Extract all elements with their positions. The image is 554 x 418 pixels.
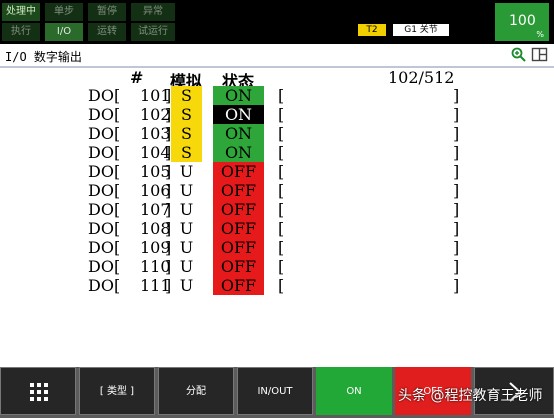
comment-close: ]	[453, 257, 460, 276]
status-prod: 运转	[88, 23, 126, 41]
status-hold: 暂停	[88, 3, 126, 21]
sim-flag[interactable]: S	[171, 143, 202, 162]
pendant-screen: 处理中 单步 暂停 异常 执行 I/O 运转 试运行 T2 G1 关节 100 …	[0, 0, 554, 418]
sim-flag[interactable]: U	[171, 257, 202, 276]
jog-group-badge: G1 关节	[393, 24, 449, 36]
sim-flag[interactable]: U	[171, 219, 202, 238]
status-bar: 处理中 单步 暂停 异常 执行 I/O 运转 试运行 T2 G1 关节 100 …	[0, 0, 554, 44]
zoom-icon[interactable]	[510, 46, 527, 63]
comment-close: ]	[453, 219, 460, 238]
status-value[interactable]: ON	[213, 143, 264, 162]
table-row[interactable]: DO[ 109 ] U OFF [ ]	[0, 238, 554, 257]
comment-open: [	[278, 219, 285, 238]
status-fault: 异常	[131, 3, 175, 21]
table-row[interactable]: DO[ 106 ] U OFF [ ]	[0, 181, 554, 200]
io-label: DO[	[88, 143, 121, 162]
sim-flag[interactable]: U	[171, 200, 202, 219]
comment-close: ]	[453, 143, 460, 162]
f4-on-button[interactable]: ON	[316, 367, 392, 415]
mode-badge: T2	[358, 24, 386, 36]
override-button[interactable]: 100 %	[495, 3, 549, 41]
status-value[interactable]: OFF	[213, 162, 264, 181]
screen-title-bar: I/O 数字输出	[0, 44, 554, 68]
table-row[interactable]: DO[ 107 ] U OFF [ ]	[0, 200, 554, 219]
table-row[interactable]: DO[ 103 ] S ON [ ]	[0, 124, 554, 143]
status-value[interactable]: OFF	[213, 181, 264, 200]
table-row[interactable]: DO[ 101 ] S ON [ ]	[0, 86, 554, 105]
table-row[interactable]: DO[ 105 ] U OFF [ ]	[0, 162, 554, 181]
status-processing: 处理中	[2, 3, 40, 21]
comment-open: [	[278, 162, 285, 181]
table-row[interactable]: DO[ 111 ] U OFF [ ]	[0, 276, 554, 295]
status-run: 执行	[2, 23, 40, 41]
table-row[interactable]: DO[ 102 ] S ON [ ]	[0, 105, 554, 124]
page-title: I/O 数字输出	[5, 50, 82, 64]
table-row[interactable]: DO[ 108 ] U OFF [ ]	[0, 219, 554, 238]
comment-open: [	[278, 124, 285, 143]
io-label: DO[	[88, 276, 121, 295]
comment-close: ]	[453, 86, 460, 105]
status-io: I/O	[45, 23, 83, 41]
comment-open: [	[278, 105, 285, 124]
comment-open: [	[278, 181, 285, 200]
sim-flag[interactable]: S	[171, 124, 202, 143]
menu-button[interactable]	[0, 367, 76, 415]
comment-close: ]	[453, 200, 460, 219]
window-layout-icon[interactable]	[531, 46, 548, 63]
sim-flag[interactable]: U	[171, 276, 202, 295]
io-label: DO[	[88, 162, 121, 181]
f2-assign-button[interactable]: 分配	[158, 367, 234, 415]
sim-flag[interactable]: U	[171, 238, 202, 257]
comment-open: [	[278, 200, 285, 219]
override-unit: %	[536, 30, 544, 39]
override-value: 100	[509, 13, 536, 29]
io-label: DO[	[88, 105, 121, 124]
table-row[interactable]: DO[ 104 ] S ON [ ]	[0, 143, 554, 162]
status-value[interactable]: OFF	[213, 219, 264, 238]
io-label: DO[	[88, 200, 121, 219]
status-value[interactable]: OFF	[213, 238, 264, 257]
io-label: DO[	[88, 219, 121, 238]
comment-open: [	[278, 257, 285, 276]
comment-close: ]	[453, 276, 460, 295]
comment-open: [	[278, 276, 285, 295]
comment-close: ]	[453, 238, 460, 257]
comment-close: ]	[453, 181, 460, 200]
status-tcyc: 试运行	[131, 23, 175, 41]
grid-menu-icon	[30, 383, 48, 401]
sim-flag[interactable]: S	[171, 86, 202, 105]
sim-flag[interactable]: U	[171, 181, 202, 200]
status-value[interactable]: OFF	[213, 257, 264, 276]
sim-flag[interactable]: U	[171, 162, 202, 181]
status-value[interactable]: ON	[213, 124, 264, 143]
watermark: 头条 @程控教育王老师	[398, 388, 543, 404]
sim-flag[interactable]: S	[171, 105, 202, 124]
f1-type-button[interactable]: [ 类型 ]	[79, 367, 155, 415]
comment-close: ]	[453, 124, 460, 143]
status-value[interactable]: OFF	[213, 276, 264, 295]
page-range: 102/512	[388, 68, 455, 87]
comment-open: [	[278, 143, 285, 162]
io-label: DO[	[88, 86, 121, 105]
comment-open: [	[278, 86, 285, 105]
io-label: DO[	[88, 238, 121, 257]
column-header-number: #	[130, 68, 144, 87]
table-row[interactable]: DO[ 110 ] U OFF [ ]	[0, 257, 554, 276]
f3-in-out-button[interactable]: IN/OUT	[237, 367, 313, 415]
status-value-selected[interactable]: ON	[213, 105, 264, 124]
comment-close: ]	[453, 162, 460, 181]
io-label: DO[	[88, 124, 121, 143]
io-label: DO[	[88, 181, 121, 200]
status-value[interactable]: OFF	[213, 200, 264, 219]
comment-close: ]	[453, 105, 460, 124]
comment-open: [	[278, 238, 285, 257]
io-label: DO[	[88, 257, 121, 276]
status-value[interactable]: ON	[213, 86, 264, 105]
io-table: # 模拟 状态 102/512 DO[ 101 ] S ON [ ] DO[ 1…	[0, 68, 554, 365]
status-step: 单步	[45, 3, 83, 21]
